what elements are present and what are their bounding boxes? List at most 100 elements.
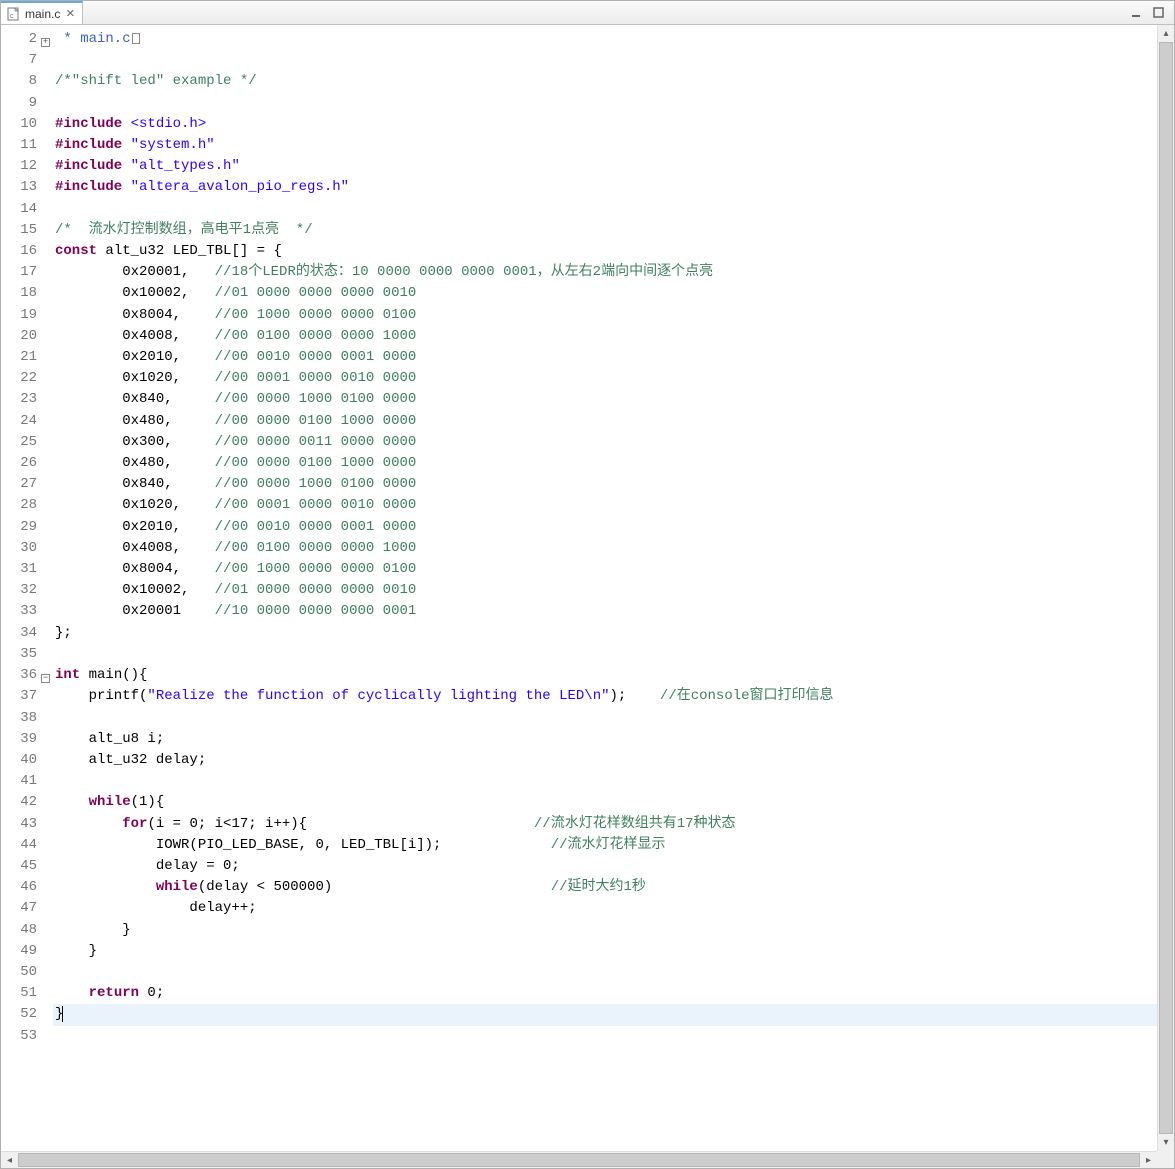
line-number: 19 (1, 305, 37, 326)
line-number: 24 (1, 411, 37, 432)
code-line[interactable]: 0x10002, //01 0000 0000 0000 0010 (53, 283, 1157, 304)
code-line[interactable]: while(1){ (53, 792, 1157, 813)
line-number: 36 (1, 665, 37, 686)
line-number: 28 (1, 495, 37, 516)
collapsed-region-marker[interactable] (132, 33, 140, 44)
line-number: 22 (1, 368, 37, 389)
code-line[interactable] (53, 50, 1157, 71)
code-line[interactable]: 0x4008, //00 0100 0000 0000 1000 (53, 538, 1157, 559)
minimize-icon[interactable] (1130, 6, 1144, 20)
code-line[interactable]: }; (53, 623, 1157, 644)
code-line[interactable]: 0x20001, //18个LEDR的状态：10 0000 0000 0000 … (53, 262, 1157, 283)
code-line[interactable]: 0x840, //00 0000 1000 0100 0000 (53, 389, 1157, 410)
code-line[interactable]: #include "altera_avalon_pio_regs.h" (53, 177, 1157, 198)
close-tab-icon[interactable]: ✕ (64, 8, 76, 20)
code-line[interactable]: /*"shift led" example */ (53, 71, 1157, 92)
code-line[interactable]: 0x1020, //00 0001 0000 0010 0000 (53, 368, 1157, 389)
line-number: 27 (1, 474, 37, 495)
code-line[interactable]: return 0; (53, 983, 1157, 1004)
code-line[interactable] (53, 708, 1157, 729)
code-line[interactable]: for(i = 0; i<17; i++){ //流水灯花样数组共有17种状态 (53, 814, 1157, 835)
editor-body: 2789101112131415161718192021222324252627… (1, 25, 1174, 1151)
line-number: 49 (1, 941, 37, 962)
line-number: 10 (1, 114, 37, 135)
tab-main-c[interactable]: c main.c ✕ (1, 1, 83, 24)
code-text-area[interactable]: * main.c /*"shift led" example */ #inclu… (53, 29, 1157, 1151)
maximize-icon[interactable] (1152, 6, 1166, 20)
fold-collapse-icon[interactable]: − (41, 674, 50, 683)
code-line[interactable]: } (53, 941, 1157, 962)
code-line[interactable]: #include "system.h" (53, 135, 1157, 156)
line-number: 33 (1, 601, 37, 622)
fold-expand-icon[interactable]: + (41, 38, 50, 47)
line-number: 8 (1, 71, 37, 92)
code-line[interactable]: 0x480, //00 0000 0100 1000 0000 (53, 453, 1157, 474)
code-line[interactable]: 0x8004, //00 1000 0000 0000 0100 (53, 559, 1157, 580)
scroll-thumb-horizontal[interactable] (18, 1153, 1140, 1167)
code-line[interactable]: } (53, 1004, 1157, 1025)
line-number: 23 (1, 389, 37, 410)
line-number: 15 (1, 220, 37, 241)
line-number: 48 (1, 920, 37, 941)
code-line[interactable]: int main(){ (53, 665, 1157, 686)
code-line[interactable]: IOWR(PIO_LED_BASE, 0, LED_TBL[i]); //流水灯… (53, 835, 1157, 856)
scroll-up-icon[interactable]: ▴ (1159, 25, 1174, 42)
code-line[interactable]: alt_u8 i; (53, 729, 1157, 750)
line-number: 11 (1, 135, 37, 156)
code-line[interactable]: /* 流水灯控制数组，高电平1点亮 */ (53, 220, 1157, 241)
code-line[interactable]: #include "alt_types.h" (53, 156, 1157, 177)
code-line[interactable]: 0x10002, //01 0000 0000 0000 0010 (53, 580, 1157, 601)
line-number: 53 (1, 1026, 37, 1047)
code-viewport[interactable]: 2789101112131415161718192021222324252627… (1, 25, 1157, 1151)
line-number: 42 (1, 792, 37, 813)
code-line[interactable] (53, 93, 1157, 114)
code-line[interactable] (53, 771, 1157, 792)
line-number: 32 (1, 580, 37, 601)
code-line[interactable]: alt_u32 delay; (53, 750, 1157, 771)
scroll-left-icon[interactable]: ◂ (1, 1153, 18, 1168)
code-line[interactable] (53, 1026, 1157, 1047)
scroll-thumb-vertical[interactable] (1159, 42, 1173, 1134)
vertical-scrollbar[interactable]: ▴ ▾ (1157, 25, 1174, 1151)
horizontal-scrollbar[interactable]: ◂ ▸ (1, 1151, 1157, 1168)
line-number: 44 (1, 835, 37, 856)
code-line[interactable]: 0x840, //00 0000 1000 0100 0000 (53, 474, 1157, 495)
code-line[interactable] (53, 199, 1157, 220)
code-line[interactable]: 0x300, //00 0000 0011 0000 0000 (53, 432, 1157, 453)
code-line[interactable]: 0x2010, //00 0010 0000 0001 0000 (53, 517, 1157, 538)
code-line[interactable]: delay++; (53, 898, 1157, 919)
code-line[interactable]: printf("Realize the function of cyclical… (53, 686, 1157, 707)
code-line[interactable]: 0x4008, //00 0100 0000 0000 1000 (53, 326, 1157, 347)
line-number: 12 (1, 156, 37, 177)
line-number: 43 (1, 814, 37, 835)
line-number: 17 (1, 262, 37, 283)
line-number: 31 (1, 559, 37, 580)
fold-column: +− (41, 29, 53, 1151)
code-line[interactable]: #include <stdio.h> (53, 114, 1157, 135)
code-line[interactable]: 0x1020, //00 0001 0000 0010 0000 (53, 495, 1157, 516)
scroll-right-icon[interactable]: ▸ (1140, 1153, 1157, 1168)
line-number: 20 (1, 326, 37, 347)
code-line[interactable]: while(delay < 500000) //延时大约1秒 (53, 877, 1157, 898)
code-line[interactable]: const alt_u32 LED_TBL[] = { (53, 241, 1157, 262)
line-number: 14 (1, 199, 37, 220)
editor-window: c main.c ✕ 27891011121314151617181920212… (0, 0, 1175, 1169)
svg-text:c: c (10, 13, 14, 20)
code-line[interactable]: 0x480, //00 0000 0100 1000 0000 (53, 411, 1157, 432)
line-number: 39 (1, 729, 37, 750)
code-line[interactable]: 0x8004, //00 1000 0000 0000 0100 (53, 305, 1157, 326)
line-number: 47 (1, 898, 37, 919)
code-line[interactable]: delay = 0; (53, 856, 1157, 877)
code-line[interactable]: } (53, 920, 1157, 941)
line-number: 45 (1, 856, 37, 877)
code-line[interactable] (53, 962, 1157, 983)
scroll-track-vertical[interactable] (1158, 42, 1174, 1134)
scroll-track-horizontal[interactable] (18, 1152, 1140, 1168)
code-line[interactable] (53, 644, 1157, 665)
code-line[interactable]: 0x2010, //00 0010 0000 0001 0000 (53, 347, 1157, 368)
line-number: 41 (1, 771, 37, 792)
code-line[interactable]: 0x20001 //10 0000 0000 0000 0001 (53, 601, 1157, 622)
scroll-down-icon[interactable]: ▾ (1159, 1134, 1174, 1151)
bottom-scroll-row: ◂ ▸ (1, 1151, 1174, 1168)
code-line[interactable]: * main.c (53, 29, 1157, 50)
